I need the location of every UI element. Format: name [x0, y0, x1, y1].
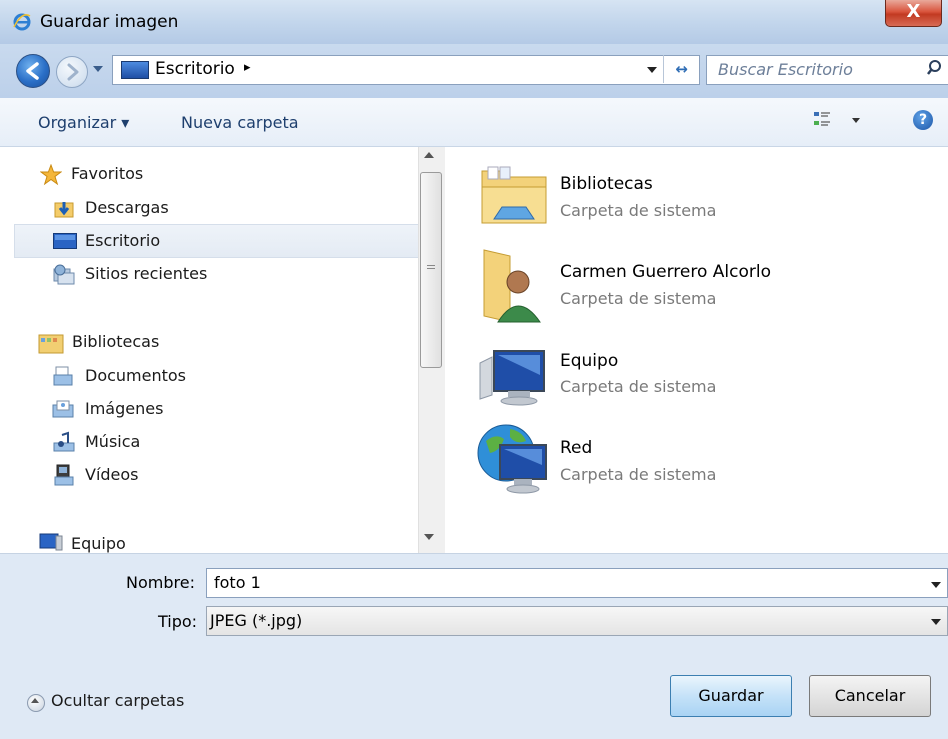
filetype-label: Tipo:	[158, 612, 198, 631]
item-name[interactable]: Red	[560, 438, 592, 458]
nav-item-sitios-recientes[interactable]: Sitios recientes	[85, 259, 207, 289]
videos-icon	[54, 464, 74, 486]
filename-value[interactable]: foto 1	[214, 573, 261, 592]
nav-item-imagenes[interactable]: Imágenes	[85, 394, 163, 424]
item-type: Carpeta de sistema	[560, 465, 717, 484]
nav-favorites[interactable]: Favoritos	[71, 159, 143, 189]
cancel-button[interactable]: Cancelar	[809, 675, 931, 717]
nav-item-musica[interactable]: Música	[85, 427, 140, 457]
arrow-right-icon	[67, 63, 79, 81]
nav-item-escritorio[interactable]: Escritorio	[85, 226, 160, 256]
thumb-grip-icon	[427, 265, 435, 269]
desktop-icon	[53, 233, 77, 249]
nav-item-descargas[interactable]: Descargas	[85, 193, 169, 223]
filename-dropdown-icon[interactable]	[931, 582, 941, 588]
search-icon[interactable]	[926, 59, 942, 77]
scroll-down-arrow-icon[interactable]	[424, 534, 434, 540]
computer-icon	[39, 533, 63, 551]
pictures-icon	[52, 400, 74, 418]
nav-libraries[interactable]: Bibliotecas	[72, 327, 159, 357]
nav-item-videos[interactable]: Vídeos	[85, 460, 139, 490]
internet-explorer-icon	[13, 13, 31, 31]
new-folder-button[interactable]: Nueva carpeta	[181, 113, 299, 132]
item-type: Carpeta de sistema	[560, 201, 717, 220]
downloads-folder-icon	[54, 202, 74, 218]
scroll-up-arrow-icon[interactable]	[424, 152, 434, 158]
help-icon[interactable]: ?	[913, 110, 933, 130]
address-history-dropdown[interactable]	[647, 67, 657, 73]
recent-locations-dropdown[interactable]	[93, 66, 103, 72]
desktop-icon	[121, 61, 149, 79]
address-location[interactable]: Escritorio	[155, 59, 235, 79]
documents-icon	[53, 366, 73, 386]
filetype-value[interactable]: JPEG (*.jpg)	[210, 611, 302, 630]
filename-label: Nombre:	[126, 573, 195, 592]
change-view-icon[interactable]	[813, 110, 831, 128]
star-icon	[40, 164, 62, 186]
network-icon[interactable]	[476, 423, 550, 495]
organize-menu[interactable]: Organizar ▾	[38, 113, 129, 132]
item-type: Carpeta de sistema	[560, 377, 717, 396]
libraries-folder-icon[interactable]	[480, 163, 548, 227]
item-name[interactable]: Bibliotecas	[560, 174, 653, 194]
view-options-dropdown[interactable]	[852, 118, 860, 123]
refresh-button[interactable]: ↔	[663, 55, 699, 83]
user-folder-icon[interactable]	[480, 246, 544, 324]
command-bar	[0, 98, 948, 147]
save-button[interactable]: Guardar	[670, 675, 792, 717]
filetype-dropdown-icon[interactable]	[931, 619, 941, 625]
computer-icon[interactable]	[478, 345, 548, 407]
close-button[interactable]: X	[885, 0, 942, 27]
libraries-icon	[38, 334, 64, 354]
item-name[interactable]: Equipo	[560, 351, 618, 371]
scrollbar-thumb[interactable]	[420, 172, 442, 368]
breadcrumb-chevron-icon[interactable]: ▸	[244, 60, 251, 75]
nav-item-documentos[interactable]: Documentos	[85, 361, 186, 391]
hide-folders-button[interactable]: Ocultar carpetas	[51, 691, 184, 710]
window-title: Guardar imagen	[40, 12, 179, 32]
search-placeholder: Buscar Escritorio	[718, 60, 853, 79]
item-name[interactable]: Carmen Guerrero Alcorlo	[560, 262, 771, 282]
recent-places-icon	[53, 264, 75, 285]
back-button[interactable]	[16, 54, 50, 88]
chevron-up-icon	[31, 698, 39, 703]
collapse-icon[interactable]	[27, 694, 45, 712]
forward-button[interactable]	[56, 56, 88, 88]
filetype-select[interactable]	[206, 606, 948, 636]
item-type: Carpeta de sistema	[560, 289, 717, 308]
music-icon	[53, 431, 75, 452]
filename-field[interactable]	[206, 568, 948, 598]
arrow-left-icon	[26, 62, 39, 80]
